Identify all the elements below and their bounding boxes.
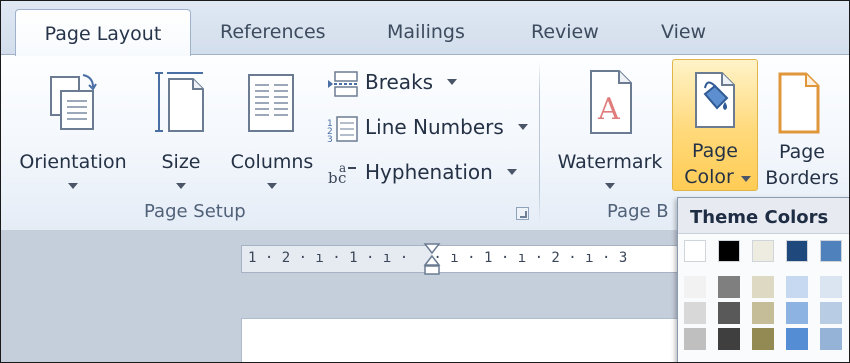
columns-dropdown-arrow — [267, 183, 277, 189]
page-color-dropdown: Theme Colors — [677, 197, 849, 362]
theme-color-shade-swatch[interactable] — [786, 276, 808, 298]
theme-colors-header: Theme Colors — [678, 198, 849, 234]
watermark-icon: A — [590, 70, 632, 134]
ribbon-tab-bar: Page Layout References Mailings Review V… — [1, 1, 849, 56]
line-numbers-dropdown-arrow — [518, 124, 529, 130]
tab-view[interactable]: View — [661, 17, 706, 47]
theme-color-shade-swatch[interactable] — [684, 302, 706, 324]
tab-review[interactable]: Review — [531, 17, 599, 47]
size-button[interactable]: Size — [153, 65, 209, 190]
page-borders-button[interactable]: Page Borders — [759, 65, 845, 190]
theme-color-shade-swatch[interactable] — [718, 302, 740, 324]
hyphenation-dropdown-arrow — [507, 169, 518, 175]
document-page[interactable] — [241, 318, 683, 362]
size-dropdown-arrow — [176, 183, 186, 189]
orientation-icon — [50, 74, 97, 130]
columns-label: Columns — [230, 151, 314, 173]
theme-color-shade-swatch[interactable] — [786, 328, 808, 350]
page-color-button[interactable]: Page Color — [672, 59, 758, 191]
page-borders-icon — [778, 72, 820, 134]
page-setup-group-label: Page Setup — [144, 201, 246, 222]
theme-color-shade-swatch[interactable] — [752, 328, 774, 350]
svg-text:b: b — [328, 169, 338, 187]
orientation-button[interactable]: Orientation — [11, 65, 135, 190]
theme-color-swatch[interactable] — [786, 240, 808, 262]
group-separator — [539, 61, 540, 223]
tab-references[interactable]: References — [220, 17, 326, 47]
theme-color-shade-swatch[interactable] — [820, 302, 842, 324]
tab-mailings[interactable]: Mailings — [387, 17, 465, 47]
word-window: Page Layout References Mailings Review V… — [0, 0, 850, 363]
theme-color-shade-swatch[interactable] — [820, 328, 842, 350]
tab-page-layout[interactable]: Page Layout — [15, 9, 191, 56]
hyphenation-icon: b c a — [328, 161, 356, 187]
svg-text:A: A — [597, 92, 620, 127]
breaks-icon — [328, 70, 358, 97]
orientation-label: Orientation — [19, 151, 127, 173]
theme-color-shade-swatch[interactable] — [752, 276, 774, 298]
page-color-label-line1: Page — [692, 140, 738, 162]
theme-color-shade-swatch[interactable] — [820, 276, 842, 298]
theme-color-shade-swatch[interactable] — [684, 276, 706, 298]
line-numbers-label: Line Numbers — [365, 115, 504, 139]
size-label: Size — [161, 151, 201, 173]
page-color-dropdown-arrow — [741, 176, 751, 182]
theme-color-swatch[interactable] — [752, 240, 774, 262]
theme-color-shade-swatch[interactable] — [718, 328, 740, 350]
watermark-button[interactable]: A Watermark — [549, 65, 671, 190]
paint-bucket-icon — [695, 72, 735, 128]
theme-color-shade-swatch[interactable] — [752, 302, 774, 324]
breaks-button[interactable]: Breaks — [327, 67, 458, 97]
hyphenation-label: Hyphenation — [365, 160, 493, 184]
orientation-dropdown-arrow — [68, 183, 78, 189]
line-numbers-button[interactable]: 1 2 3 Line Numbers — [327, 112, 529, 142]
page-setup-dialog-launcher[interactable] — [516, 207, 529, 220]
theme-color-shade-swatch[interactable] — [718, 276, 740, 298]
size-icon — [155, 72, 204, 132]
horizontal-ruler[interactable]: 1 · 2 · ı · 1 · ı · · ı · 1 · ı · 2 · ı … — [241, 243, 679, 275]
watermark-label: Watermark — [557, 151, 663, 173]
watermark-dropdown-arrow — [605, 183, 615, 189]
columns-button[interactable]: Columns — [225, 65, 319, 190]
page-background-group-label: Page B — [607, 201, 669, 222]
theme-color-shade-swatch[interactable] — [786, 302, 808, 324]
theme-color-swatch[interactable] — [820, 240, 842, 262]
page-borders-label-line1: Page — [779, 141, 825, 163]
breaks-dropdown-arrow — [447, 79, 458, 85]
hyphenation-button[interactable]: b c a Hyphenation — [327, 157, 518, 187]
svg-text:a: a — [339, 161, 346, 175]
page-borders-label-line2: Borders — [765, 167, 839, 189]
theme-color-shade-swatch[interactable] — [684, 328, 706, 350]
theme-color-swatch[interactable] — [718, 240, 740, 262]
indent-marker-icon[interactable] — [422, 243, 442, 277]
svg-text:3: 3 — [327, 135, 333, 142]
theme-color-swatch[interactable] — [684, 240, 706, 262]
page-color-label-line2: Color — [684, 166, 734, 188]
line-numbers-icon: 1 2 3 — [327, 115, 358, 142]
columns-icon — [248, 74, 294, 132]
breaks-label: Breaks — [365, 70, 434, 94]
